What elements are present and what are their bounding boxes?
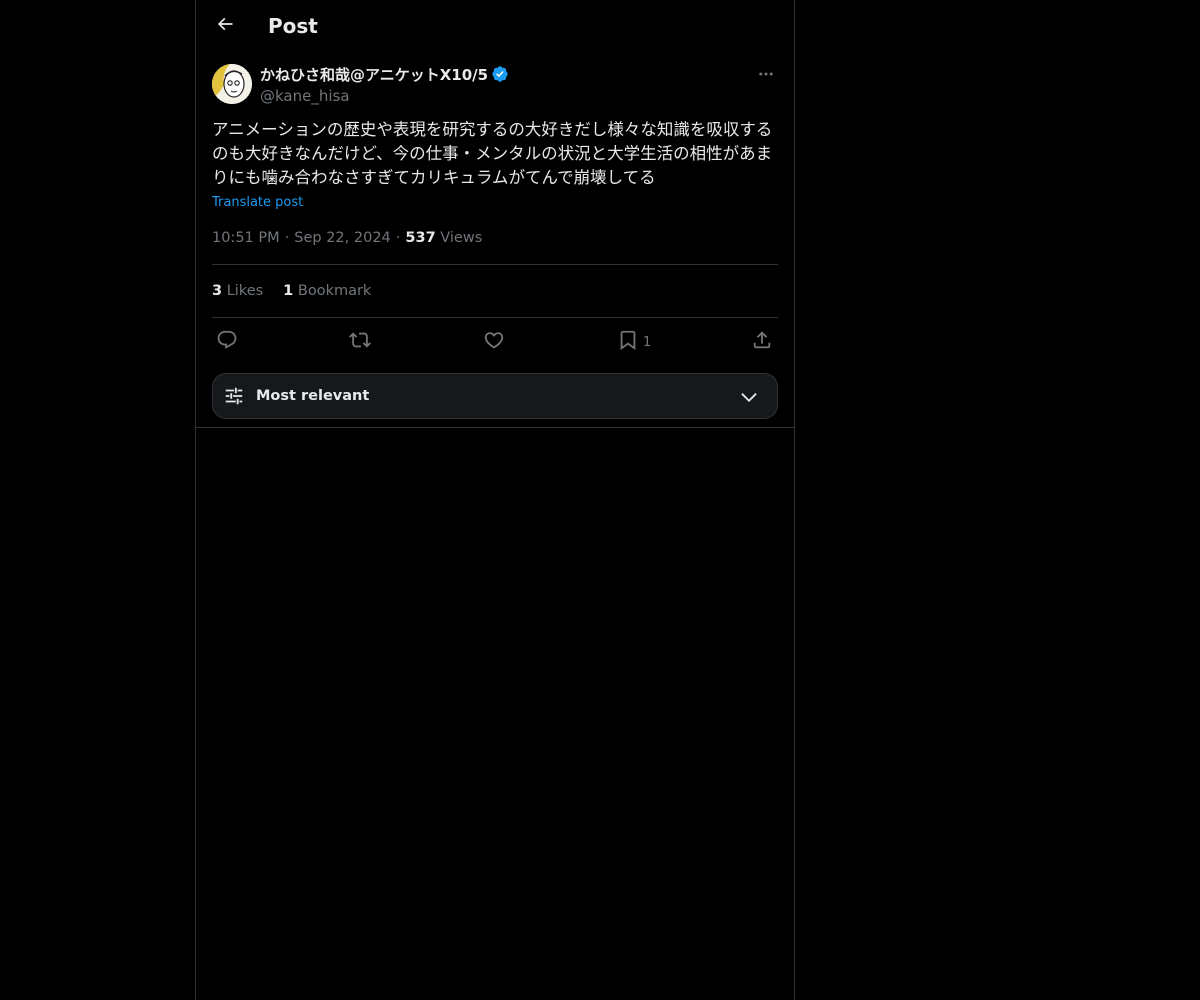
bookmarks-stat[interactable]: 1 Bookmark (283, 281, 371, 301)
reply-button[interactable] (216, 328, 238, 356)
author-handle[interactable]: @kane_hisa (260, 86, 509, 106)
like-button[interactable] (483, 328, 505, 356)
avatar[interactable] (212, 64, 252, 104)
verified-badge-icon[interactable] (491, 65, 509, 83)
sliders-icon (223, 385, 245, 411)
reply-icon (216, 329, 238, 355)
post-meta: 10:51 PM · Sep 22, 2024 · 537 Views (212, 228, 482, 248)
reply-sort-dropdown[interactable]: Most relevant (212, 373, 778, 419)
back-button[interactable] (208, 9, 242, 43)
main-column: Post かねひさ和哉@アニケットX10/5 @kane_hisa アニメーショ… (195, 0, 795, 1000)
likes-label: Likes (226, 283, 264, 299)
post-stats: 3 Likes 1 Bookmark (212, 281, 371, 301)
action-bar: 1 (212, 328, 778, 356)
bookmark-button[interactable]: 1 (617, 328, 651, 356)
author-name[interactable]: かねひさ和哉@アニケットX10/5 (260, 64, 488, 85)
bookmark-icon (617, 329, 639, 355)
top-bar: Post (196, 0, 794, 53)
more-dots-icon (757, 65, 775, 87)
translate-post-link[interactable]: Translate post (212, 194, 303, 212)
post-text: アニメーションの歴史や表現を研究するの大好きだし様々な知識を吸収するのも大好きな… (212, 120, 773, 187)
bookmark-count: 1 (643, 334, 652, 350)
likes-stat[interactable]: 3 Likes (212, 281, 263, 301)
views-label: Views (440, 230, 483, 246)
views-count: 537 (405, 230, 436, 246)
divider (212, 264, 778, 265)
share-icon (751, 329, 773, 355)
page-title: Post (268, 14, 318, 38)
post-time[interactable]: 10:51 PM (212, 230, 280, 246)
likes-count: 3 (212, 283, 223, 299)
repost-button[interactable] (349, 328, 371, 356)
more-options-button[interactable] (754, 64, 778, 88)
bookmarks-label: Bookmark (297, 283, 372, 299)
sort-label: Most relevant (256, 388, 370, 404)
meta-separator: · (395, 230, 401, 246)
author-block: かねひさ和哉@アニケットX10/5 @kane_hisa (260, 64, 509, 106)
section-divider (196, 427, 794, 428)
repost-icon (349, 329, 371, 355)
bookmarks-count: 1 (283, 283, 294, 299)
meta-separator: · (284, 230, 290, 246)
author-name-row: かねひさ和哉@アニケットX10/5 (260, 64, 509, 84)
arrow-left-icon (215, 14, 235, 38)
heart-icon (483, 329, 505, 355)
share-button[interactable] (751, 328, 773, 356)
divider (212, 317, 778, 318)
chevron-down-icon (739, 387, 759, 411)
post-date[interactable]: Sep 22, 2024 (294, 230, 391, 246)
